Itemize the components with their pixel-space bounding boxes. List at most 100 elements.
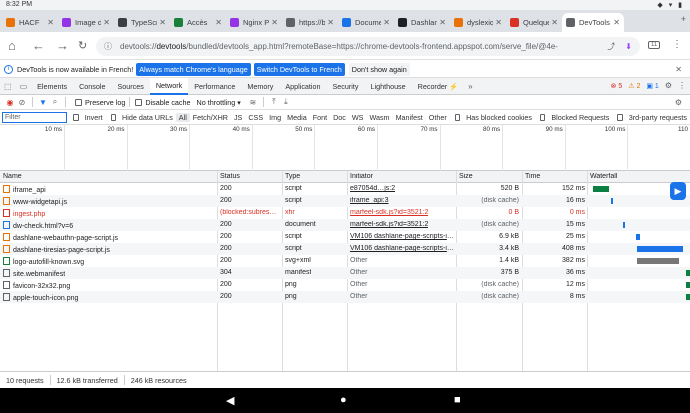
- disable-cache-checkbox[interactable]: [135, 98, 143, 106]
- close-tab-icon[interactable]: ✕: [551, 18, 558, 27]
- cell-initiator[interactable]: VM106 dashlane-page-scripts-in…: [350, 233, 454, 240]
- home-icon[interactable]: ⌂: [8, 38, 16, 53]
- type-filter-all[interactable]: All: [175, 112, 190, 122]
- preserve-log-checkbox[interactable]: [75, 98, 82, 106]
- dont-show-again-button[interactable]: Don't show again: [348, 62, 410, 76]
- throttling-select[interactable]: No throttling ▾: [197, 98, 241, 107]
- recents-nav-icon[interactable]: ■: [454, 394, 461, 406]
- type-filter-other[interactable]: Other: [426, 113, 450, 122]
- devtools-tab-security[interactable]: Security: [327, 78, 365, 95]
- blocked-requests-checkbox[interactable]: [540, 113, 546, 121]
- close-tab-icon[interactable]: ✕: [215, 18, 222, 27]
- table-row[interactable]: dashlane-webauthn-page-script.js 200 scrip…: [0, 231, 690, 243]
- type-filter-css[interactable]: CSS: [245, 113, 266, 122]
- table-row[interactable]: apple-touch-icon.png 200 png Other (disk cac…: [0, 291, 690, 303]
- close-tab-icon[interactable]: ✕: [103, 18, 110, 27]
- table-row[interactable]: site.webmanifest 304 manifest Other 375 B 36 …: [0, 267, 690, 279]
- close-tab-icon[interactable]: ✕: [159, 18, 166, 27]
- more-options-icon[interactable]: ⋮: [678, 81, 686, 90]
- table-row[interactable]: dashlane-tiresias-page-script.js 200 scrip…: [0, 243, 690, 255]
- browser-tab[interactable]: https://blo✕: [282, 13, 338, 32]
- type-filter-font[interactable]: Font: [310, 113, 330, 122]
- type-filter-doc[interactable]: Doc: [330, 113, 349, 122]
- invert-checkbox[interactable]: [73, 113, 79, 121]
- close-icon[interactable]: ✕: [675, 65, 682, 74]
- site-info-icon[interactable]: ⓘ: [104, 41, 112, 52]
- table-row[interactable]: logo-autofill-known.svg 200 svg+xml Other 1.…: [0, 255, 690, 267]
- browser-tab[interactable]: Dashlane✕: [394, 13, 450, 32]
- waterfall-bar[interactable]: [623, 222, 625, 228]
- type-filter-img[interactable]: Img: [266, 113, 284, 122]
- info-count-badge[interactable]: ▣ 1: [646, 82, 658, 90]
- devtools-tab-recorder[interactable]: Recorder ⚡: [412, 78, 465, 95]
- home-nav-icon[interactable]: ●: [340, 394, 347, 406]
- close-tab-icon[interactable]: ✕: [271, 18, 278, 27]
- devtools-tab-sources[interactable]: Sources: [111, 78, 149, 95]
- cell-name[interactable]: ingest.php: [3, 209, 45, 218]
- close-tab-icon[interactable]: ✕: [613, 18, 620, 27]
- browser-tab[interactable]: DevTools ✕: [562, 13, 624, 32]
- cell-name[interactable]: apple-touch-icon.png: [3, 293, 78, 302]
- browser-tab[interactable]: TypeScript✕: [114, 13, 170, 32]
- waterfall-bar[interactable]: [686, 270, 690, 276]
- browser-tab[interactable]: Nginx Prox✕: [226, 13, 282, 32]
- table-row[interactable]: favicon-32x32.png 200 png Other (disk cache)…: [0, 279, 690, 291]
- devtools-tab-elements[interactable]: Elements: [31, 78, 73, 95]
- match-language-button[interactable]: Always match Chrome's language: [136, 62, 251, 76]
- export-har-icon[interactable]: ⤓: [280, 97, 292, 107]
- hide-data-urls-checkbox[interactable]: [110, 113, 117, 121]
- column-time-header[interactable]: Time: [525, 173, 540, 180]
- back-nav-icon[interactable]: ◀: [226, 394, 234, 407]
- devtools-tab-network[interactable]: Network: [149, 77, 189, 95]
- table-row[interactable]: ingest.php (blocked:subreso… xhr marfeel-sd…: [0, 207, 690, 219]
- address-bar[interactable]: ⓘ devtools://devtools/bundled/devtools_a…: [96, 37, 640, 56]
- devtools-tab-lighthouse[interactable]: Lighthouse: [364, 78, 411, 95]
- cell-name[interactable]: dw-check.html?v=6: [3, 221, 73, 230]
- browser-tab[interactable]: Document✕: [338, 13, 394, 32]
- type-filter-js[interactable]: JS: [231, 113, 245, 122]
- third-party-checkbox[interactable]: [617, 113, 623, 121]
- column-size-header[interactable]: Size: [459, 173, 473, 180]
- browser-tab[interactable]: Image de✕: [58, 13, 114, 32]
- type-filter-fetchxhr[interactable]: Fetch/XHR: [190, 113, 231, 122]
- close-tab-icon[interactable]: ✕: [47, 18, 54, 27]
- column-type-header[interactable]: Type: [285, 173, 300, 180]
- devtools-tab-memory[interactable]: Memory: [241, 78, 279, 95]
- menu-icon[interactable]: ⋮: [672, 39, 682, 50]
- device-toolbar-icon[interactable]: ▭: [16, 78, 32, 95]
- inspect-element-icon[interactable]: ⬚: [0, 78, 16, 95]
- cell-name[interactable]: dashlane-webauthn-page-script.js: [3, 233, 118, 242]
- error-count-badge[interactable]: ⊗ 5: [611, 82, 623, 90]
- new-tab-icon[interactable]: +: [681, 14, 686, 24]
- waterfall-bar[interactable]: [636, 234, 640, 240]
- back-icon[interactable]: ←: [32, 38, 45, 53]
- devtools-tab-console[interactable]: Console: [73, 78, 111, 95]
- cell-name[interactable]: www-widgetapi.js: [3, 197, 67, 206]
- column-waterfall-header[interactable]: Waterfall: [590, 173, 617, 180]
- close-tab-icon[interactable]: ✕: [439, 18, 446, 27]
- warning-count-badge[interactable]: ⚠ 2: [628, 82, 640, 90]
- devtools-tab-performance[interactable]: Performance: [188, 78, 241, 95]
- column-initiator-header[interactable]: Initiator: [350, 173, 373, 180]
- network-conditions-icon[interactable]: ≋: [247, 98, 259, 107]
- waterfall-bar[interactable]: [686, 282, 690, 288]
- table-row[interactable]: www-widgetapi.js 200 script iframe_api:3 (di…: [0, 195, 690, 207]
- cell-initiator[interactable]: iframe_api:3: [350, 197, 389, 204]
- cell-initiator[interactable]: marfeel-sdk.js?id=3521:2: [350, 209, 428, 216]
- table-row[interactable]: dw-check.html?v=6 200 document marfeel-sdk.…: [0, 219, 690, 231]
- type-filter-media[interactable]: Media: [284, 113, 310, 122]
- cell-name[interactable]: dashlane-tiresias-page-script.js: [3, 245, 110, 254]
- type-filter-ws[interactable]: WS: [349, 113, 367, 122]
- cell-name[interactable]: logo-autofill-known.svg: [3, 257, 84, 266]
- cell-initiator[interactable]: marfeel-sdk.js?id=3521:2: [350, 221, 428, 228]
- cell-initiator[interactable]: e87054d…js:2: [350, 185, 395, 192]
- filter-input[interactable]: Filter: [2, 111, 68, 123]
- type-filter-manifest[interactable]: Manifest: [393, 113, 426, 122]
- column-status-header[interactable]: Status: [220, 173, 240, 180]
- network-settings-icon[interactable]: ⚙: [675, 98, 682, 107]
- cell-name[interactable]: iframe_api: [3, 185, 46, 194]
- waterfall-bar[interactable]: [611, 198, 613, 204]
- record-icon[interactable]: ◉: [4, 98, 16, 107]
- search-icon[interactable]: ⌕: [49, 97, 61, 107]
- forward-icon[interactable]: →: [56, 38, 69, 53]
